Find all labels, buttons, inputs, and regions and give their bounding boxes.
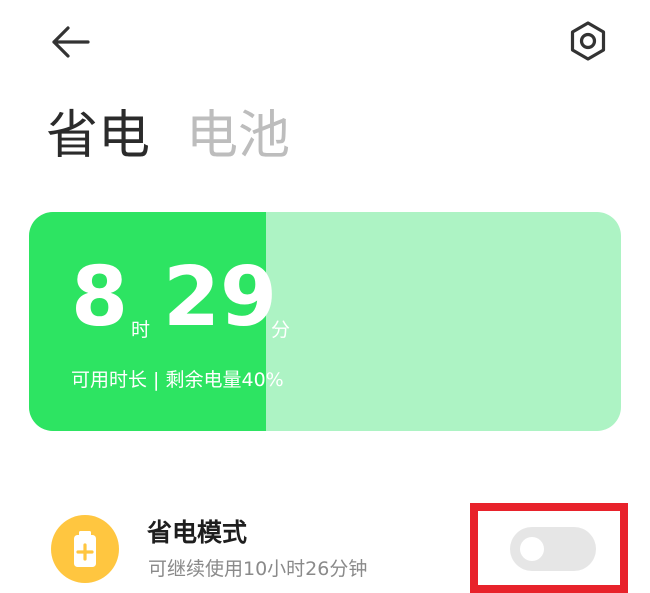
power-saving-title: 省电模式 [147, 518, 248, 547]
power-saving-description: 可继续使用10小时26分钟 [148, 558, 368, 580]
toggle-knob [520, 537, 544, 561]
hours-value: 8 [71, 250, 129, 345]
arrow-left-icon [52, 26, 90, 58]
tab-battery[interactable]: 电池 [186, 96, 290, 176]
settings-button[interactable] [562, 15, 614, 67]
gear-icon [570, 21, 606, 61]
tab-power-saving[interactable]: 省电 [46, 96, 150, 176]
battery-caption: 可用时长 | 剩余电量40% [71, 369, 284, 391]
back-button[interactable] [44, 22, 96, 62]
battery-plus-icon [51, 515, 119, 583]
hours-unit: 时 [131, 319, 151, 341]
battery-card: 8 时 29 分 可用时长 | 剩余电量40% [29, 212, 621, 431]
minutes-unit: 分 [271, 319, 291, 341]
power-saving-mode-row[interactable]: 省电模式 可继续使用10小时26分钟 [0, 480, 650, 593]
minutes-value: 29 [163, 250, 278, 345]
power-saving-toggle[interactable] [510, 527, 596, 571]
